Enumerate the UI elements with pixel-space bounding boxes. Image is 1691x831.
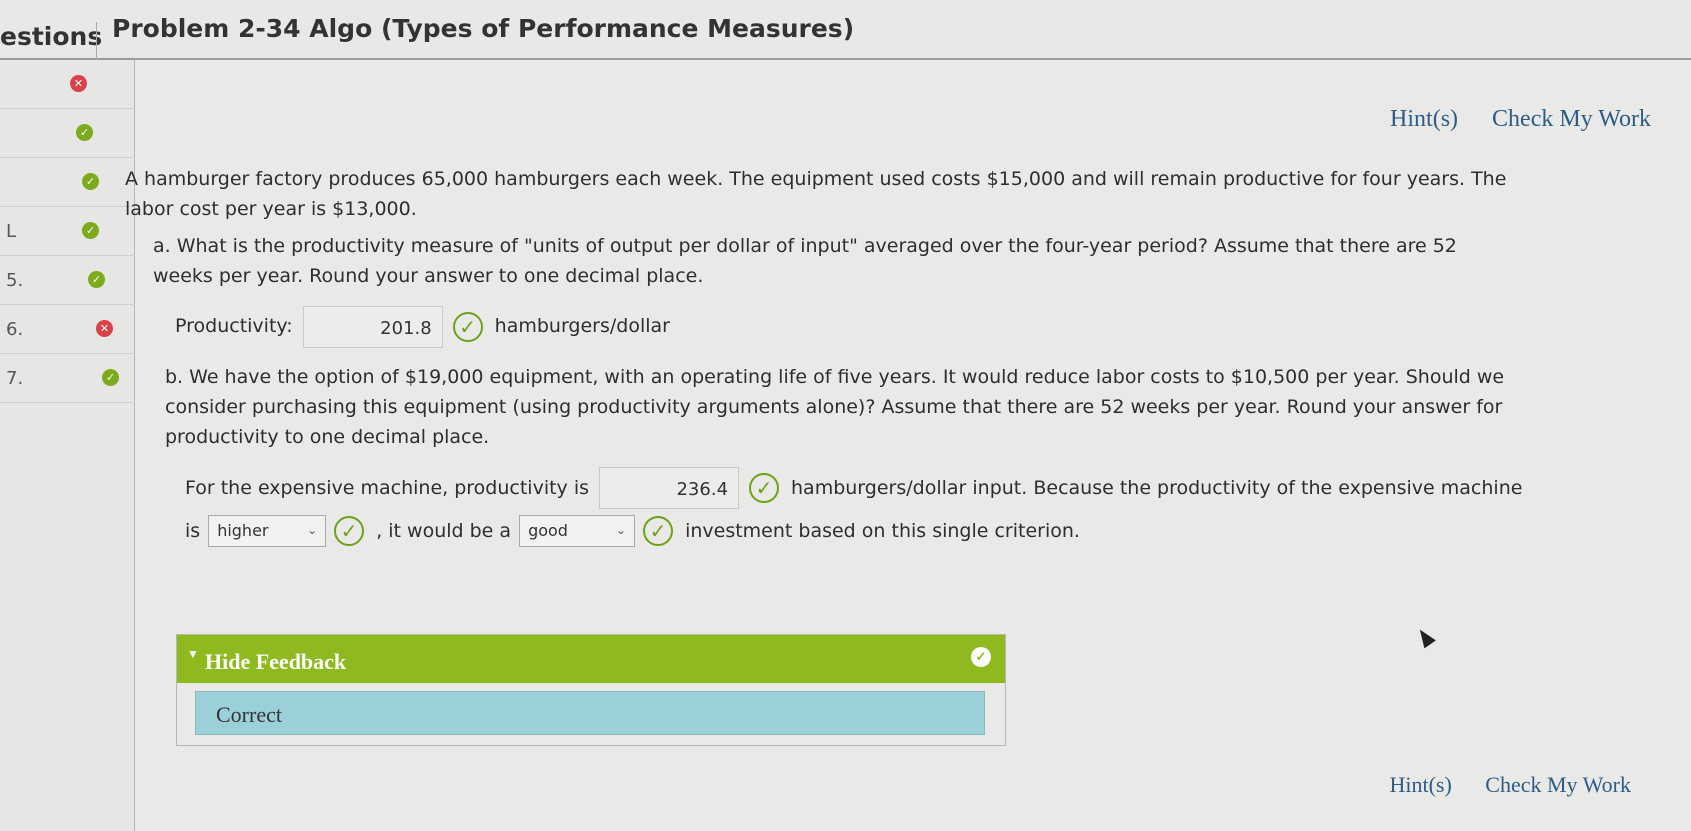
question-item[interactable]: 7. ✓ xyxy=(0,354,135,403)
part-b-question: b. We have the option of $19,000 equipme… xyxy=(165,365,1505,449)
triangle-down-icon: ▼ xyxy=(187,647,199,661)
comparison-select[interactable]: higher ⌄ xyxy=(208,514,327,547)
hide-feedback-label: Hide Feedback xyxy=(205,649,347,674)
part-b-select-row: is higher ⌄ ✓ , it would be a good ⌄ ✓ i… xyxy=(185,514,1645,547)
check-my-work-link[interactable]: Check My Work xyxy=(1485,772,1631,797)
question-number: L xyxy=(6,221,17,242)
questions-tab[interactable]: estions xyxy=(0,22,102,51)
investment-select[interactable]: good ⌄ xyxy=(519,514,636,547)
hints-link[interactable]: Hint(s) xyxy=(1390,106,1458,132)
hide-feedback-toggle[interactable]: ▼ Hide Feedback ✓ xyxy=(177,635,1005,683)
question-number: 6. xyxy=(6,319,24,340)
part-b-prefix: For the expensive machine, productivity … xyxy=(185,476,590,499)
top-links: Hint(s) Check My Work xyxy=(1362,106,1651,133)
check-circle-icon: ✓ xyxy=(88,271,105,288)
is-label: is xyxy=(185,519,201,542)
check-circle-icon: ✓ xyxy=(82,173,99,190)
part-b-answer-row: For the expensive machine, productivity … xyxy=(185,466,1645,509)
part-a-answer-row: Productivity: 201.8 ✓ hamburgers/dollar xyxy=(175,305,1645,348)
check-circle-icon: ✓ xyxy=(334,515,365,546)
productivity-label: Productivity: xyxy=(175,315,293,338)
comparison-select-value: higher xyxy=(217,520,269,540)
question-item[interactable]: ✓ xyxy=(0,109,135,158)
x-circle-icon: ✕ xyxy=(96,320,113,337)
productivity-unit: hamburgers/dollar xyxy=(494,315,670,338)
productivity-input[interactable]: 201.8 xyxy=(302,305,443,348)
end-text: investment based on this single criterio… xyxy=(685,519,1080,542)
check-my-work-link[interactable]: Check My Work xyxy=(1492,106,1651,132)
check-circle-icon: ✓ xyxy=(452,311,483,342)
problem-title: Problem 2-34 Algo (Types of Performance … xyxy=(112,14,855,43)
check-circle-icon: ✓ xyxy=(971,647,991,667)
question-list: ✕ ✓ ✓ L ✓ 5. ✓ 6. ✕ 7. ✓ xyxy=(0,60,135,831)
question-item[interactable]: 5. ✓ xyxy=(0,256,135,305)
part-b-suffix: hamburgers/dollar input. Because the pro… xyxy=(791,476,1523,499)
bottom-links: Hint(s) Check My Work xyxy=(1361,772,1631,798)
check-circle-icon: ✓ xyxy=(643,515,674,546)
question-item[interactable]: L ✓ xyxy=(0,207,135,256)
check-circle-icon: ✓ xyxy=(749,472,780,503)
check-circle-icon: ✓ xyxy=(76,124,93,141)
header: estions Problem 2-34 Algo (Types of Perf… xyxy=(0,0,1691,60)
header-divider xyxy=(96,22,97,60)
mid-text: , it would be a xyxy=(376,519,512,542)
check-circle-icon: ✓ xyxy=(102,369,119,386)
investment-select-value: good xyxy=(528,520,568,540)
problem-intro: A hamburger factory produces 65,000 hamb… xyxy=(125,168,1507,221)
problem-content: A hamburger factory produces 65,000 hamb… xyxy=(125,164,1645,547)
feedback-panel: ▼ Hide Feedback ✓ Correct xyxy=(176,634,1006,746)
check-circle-icon: ✓ xyxy=(82,222,99,239)
question-item[interactable]: ✓ xyxy=(0,158,135,207)
question-number: 5. xyxy=(6,270,24,291)
question-number: 7. xyxy=(6,368,24,389)
page: estions Problem 2-34 Algo (Types of Perf… xyxy=(0,0,1691,831)
chevron-down-icon: ⌄ xyxy=(616,523,627,538)
part-a-question: a. What is the productivity measure of "… xyxy=(153,234,1457,288)
question-item[interactable]: 6. ✕ xyxy=(0,305,135,354)
feedback-message: Correct xyxy=(195,691,985,735)
chevron-down-icon: ⌄ xyxy=(307,523,318,538)
hints-link[interactable]: Hint(s) xyxy=(1389,772,1451,797)
question-item[interactable]: ✕ xyxy=(0,60,135,109)
expensive-productivity-input[interactable]: 236.4 xyxy=(599,466,740,509)
x-circle-icon: ✕ xyxy=(70,75,87,92)
